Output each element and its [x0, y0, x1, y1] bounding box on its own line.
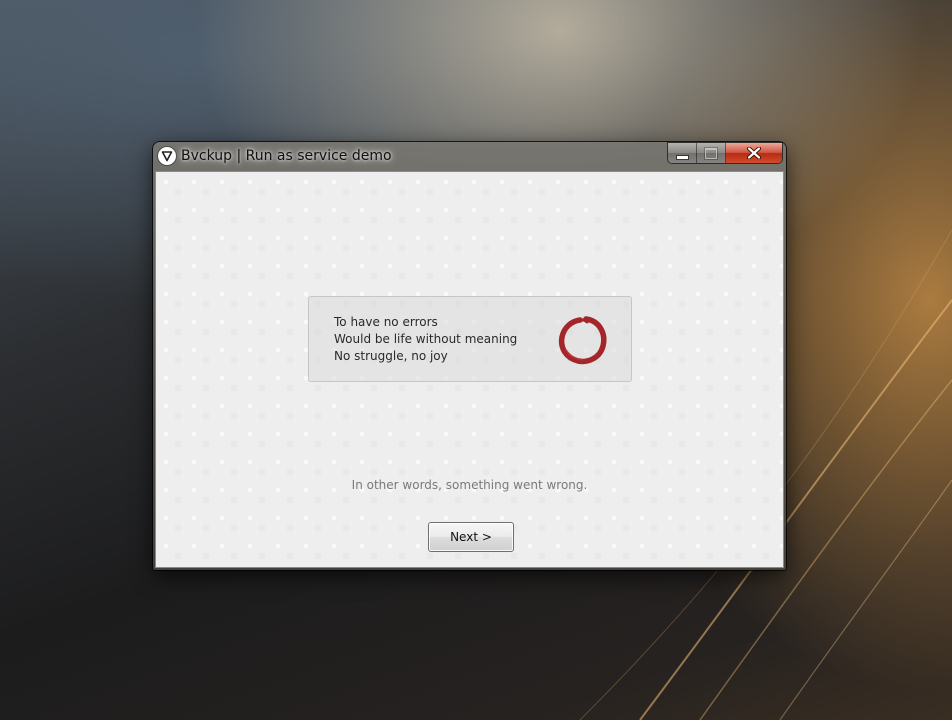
close-icon [747, 147, 761, 159]
next-button[interactable]: Next > [428, 522, 514, 552]
minimize-button[interactable] [668, 143, 697, 163]
bvckup-logo-icon[interactable] [158, 147, 176, 165]
enso-circle-icon [558, 316, 607, 365]
poem-line-2: Would be life without meaning [334, 332, 518, 346]
minimize-icon [676, 155, 688, 159]
desktop-background: Bvckup | Run as service demo To have no … [0, 0, 952, 720]
window-controls [668, 143, 782, 163]
window-titlebar[interactable]: Bvckup | Run as service demo [153, 142, 786, 171]
app-window: Bvckup | Run as service demo To have no … [153, 142, 786, 570]
error-message-box: To have no errors Would be life without … [308, 296, 632, 382]
error-subtitle: In other words, something went wrong. [351, 478, 588, 492]
window-client-area: To have no errors Would be life without … [155, 171, 784, 568]
poem-line-3: No struggle, no joy [334, 349, 448, 363]
error-poem: To have no errors Would be life without … [334, 314, 517, 365]
poem-line-1: To have no errors [334, 315, 438, 329]
close-button[interactable] [726, 143, 782, 163]
maximize-button[interactable] [697, 143, 726, 163]
maximize-icon [705, 147, 717, 159]
window-title: Bvckup | Run as service demo [181, 148, 392, 164]
